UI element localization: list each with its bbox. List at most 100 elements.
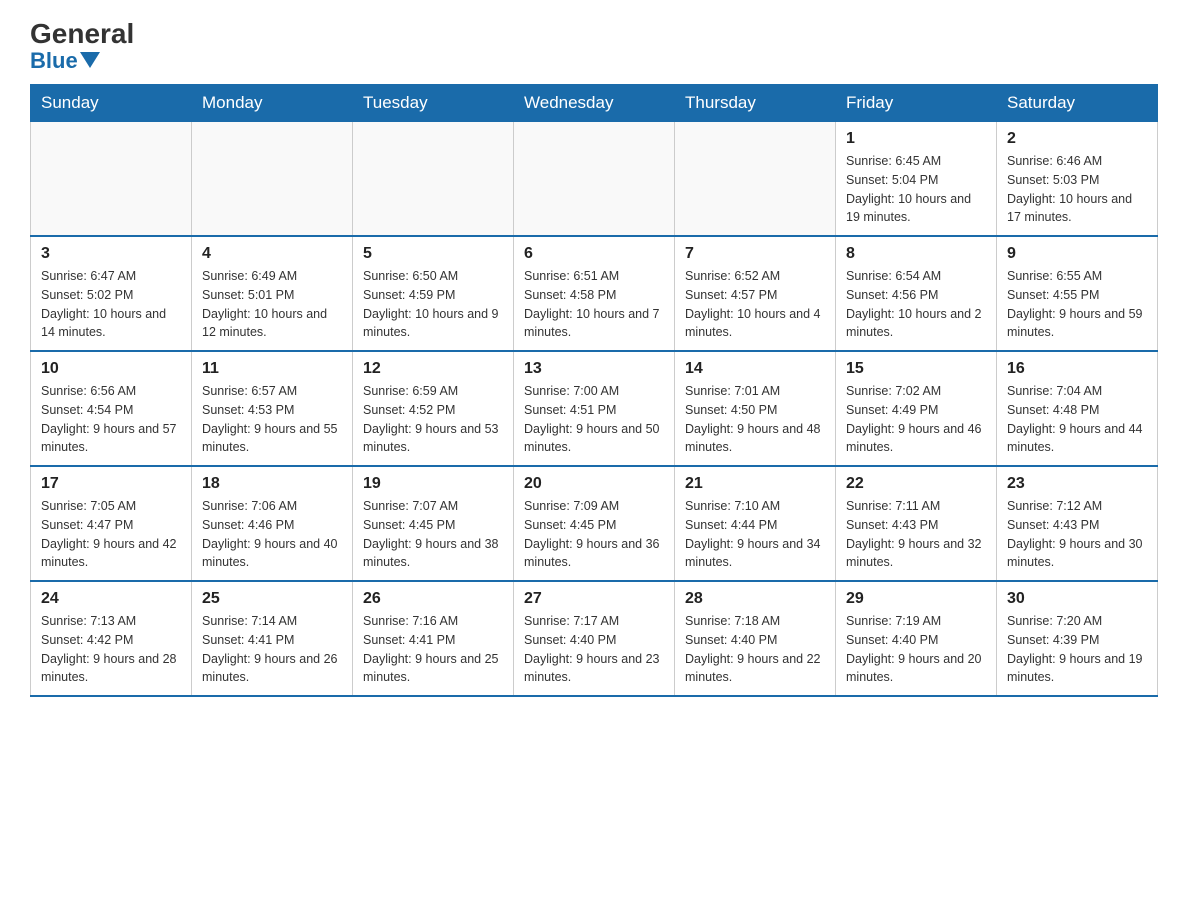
day-info: Sunrise: 6:49 AM Sunset: 5:01 PM Dayligh… (202, 267, 342, 342)
days-of-week-row: SundayMondayTuesdayWednesdayThursdayFrid… (31, 85, 1158, 122)
day-info: Sunrise: 7:12 AM Sunset: 4:43 PM Dayligh… (1007, 497, 1147, 572)
calendar-header: SundayMondayTuesdayWednesdayThursdayFrid… (31, 85, 1158, 122)
calendar-table: SundayMondayTuesdayWednesdayThursdayFrid… (30, 84, 1158, 697)
calendar-week-row: 24 Sunrise: 7:13 AM Sunset: 4:42 PM Dayli… (31, 581, 1158, 696)
calendar-week-row: 10 Sunrise: 6:56 AM Sunset: 4:54 PM Dayli… (31, 351, 1158, 466)
day-number: 21 (685, 475, 825, 493)
day-number: 9 (1007, 245, 1147, 263)
day-number: 7 (685, 245, 825, 263)
day-number: 14 (685, 360, 825, 378)
day-number: 16 (1007, 360, 1147, 378)
calendar-cell: 13Sunrise: 7:00 AM Sunset: 4:51 PM Dayli… (514, 351, 675, 466)
calendar-cell: 6 Sunrise: 6:51 AM Sunset: 4:58 PM Daylig… (514, 236, 675, 351)
day-info: Sunrise: 6:57 AM Sunset: 4:53 PM Dayligh… (202, 382, 342, 457)
calendar-week-row: 1 Sunrise: 6:45 AM Sunset: 5:04 PM Daylig… (31, 122, 1158, 237)
page-header: General Blue (30, 20, 1158, 74)
day-number: 30 (1007, 590, 1147, 608)
day-info: Sunrise: 6:59 AM Sunset: 4:52 PM Dayligh… (363, 382, 503, 457)
day-of-week-header-monday: Monday (192, 85, 353, 122)
calendar-cell: 14 Sunrise: 7:01 AM Sunset: 4:50 PM Dayli… (675, 351, 836, 466)
day-info: Sunrise: 7:20 AM Sunset: 4:39 PM Dayligh… (1007, 612, 1147, 687)
day-number: 22 (846, 475, 986, 493)
calendar-cell: 25 Sunrise: 7:14 AM Sunset: 4:41 PM Dayli… (192, 581, 353, 696)
day-number: 17 (41, 475, 181, 493)
calendar-body: 1 Sunrise: 6:45 AM Sunset: 5:04 PM Daylig… (31, 122, 1158, 697)
calendar-cell: 11 Sunrise: 6:57 AM Sunset: 4:53 PM Dayli… (192, 351, 353, 466)
day-info: Sunrise: 7:09 AM Sunset: 4:45 PM Dayligh… (524, 497, 664, 572)
day-info: Sunrise: 7:13 AM Sunset: 4:42 PM Dayligh… (41, 612, 181, 687)
day-info: Sunrise: 6:50 AM Sunset: 4:59 PM Dayligh… (363, 267, 503, 342)
day-info: Sunrise: 6:55 AM Sunset: 4:55 PM Dayligh… (1007, 267, 1147, 342)
day-info: Sunrise: 7:02 AM Sunset: 4:49 PM Dayligh… (846, 382, 986, 457)
calendar-cell (514, 122, 675, 237)
day-of-week-header-tuesday: Tuesday (353, 85, 514, 122)
calendar-cell (192, 122, 353, 237)
day-info: Sunrise: 6:56 AM Sunset: 4:54 PM Dayligh… (41, 382, 181, 457)
day-info: Sunrise: 7:10 AM Sunset: 4:44 PM Dayligh… (685, 497, 825, 572)
day-info: Sunrise: 7:11 AM Sunset: 4:43 PM Dayligh… (846, 497, 986, 572)
calendar-cell (31, 122, 192, 237)
day-number: 11 (202, 360, 342, 378)
day-number: 29 (846, 590, 986, 608)
day-of-week-header-wednesday: Wednesday (514, 85, 675, 122)
day-number: 10 (41, 360, 181, 378)
day-info: Sunrise: 7:06 AM Sunset: 4:46 PM Dayligh… (202, 497, 342, 572)
day-number: 5 (363, 245, 503, 263)
calendar-cell: 18Sunrise: 7:06 AM Sunset: 4:46 PM Dayli… (192, 466, 353, 581)
logo-general-text: General (30, 20, 134, 48)
calendar-cell: 23 Sunrise: 7:12 AM Sunset: 4:43 PM Dayli… (997, 466, 1158, 581)
calendar-cell: 1 Sunrise: 6:45 AM Sunset: 5:04 PM Daylig… (836, 122, 997, 237)
day-number: 12 (363, 360, 503, 378)
day-number: 24 (41, 590, 181, 608)
day-number: 3 (41, 245, 181, 263)
calendar-cell: 26Sunrise: 7:16 AM Sunset: 4:41 PM Dayli… (353, 581, 514, 696)
calendar-cell: 3 Sunrise: 6:47 AM Sunset: 5:02 PM Daylig… (31, 236, 192, 351)
calendar-week-row: 3 Sunrise: 6:47 AM Sunset: 5:02 PM Daylig… (31, 236, 1158, 351)
day-number: 19 (363, 475, 503, 493)
day-info: Sunrise: 7:16 AM Sunset: 4:41 PM Dayligh… (363, 612, 503, 687)
calendar-cell: 16Sunrise: 7:04 AM Sunset: 4:48 PM Dayli… (997, 351, 1158, 466)
calendar-cell: 7 Sunrise: 6:52 AM Sunset: 4:57 PM Daylig… (675, 236, 836, 351)
day-info: Sunrise: 6:47 AM Sunset: 5:02 PM Dayligh… (41, 267, 181, 342)
calendar-cell: 17Sunrise: 7:05 AM Sunset: 4:47 PM Dayli… (31, 466, 192, 581)
day-of-week-header-friday: Friday (836, 85, 997, 122)
day-info: Sunrise: 6:54 AM Sunset: 4:56 PM Dayligh… (846, 267, 986, 342)
logo: General Blue (30, 20, 134, 74)
calendar-cell: 22 Sunrise: 7:11 AM Sunset: 4:43 PM Dayli… (836, 466, 997, 581)
day-number: 1 (846, 130, 986, 148)
day-of-week-header-saturday: Saturday (997, 85, 1158, 122)
day-of-week-header-sunday: Sunday (31, 85, 192, 122)
calendar-cell: 4 Sunrise: 6:49 AM Sunset: 5:01 PM Daylig… (192, 236, 353, 351)
calendar-cell: 10 Sunrise: 6:56 AM Sunset: 4:54 PM Dayli… (31, 351, 192, 466)
day-info: Sunrise: 7:00 AM Sunset: 4:51 PM Dayligh… (524, 382, 664, 457)
calendar-cell: 30 Sunrise: 7:20 AM Sunset: 4:39 PM Dayli… (997, 581, 1158, 696)
calendar-cell: 8 Sunrise: 6:54 AM Sunset: 4:56 PM Daylig… (836, 236, 997, 351)
calendar-cell: 20Sunrise: 7:09 AM Sunset: 4:45 PM Dayli… (514, 466, 675, 581)
day-info: Sunrise: 6:45 AM Sunset: 5:04 PM Dayligh… (846, 152, 986, 227)
calendar-week-row: 17Sunrise: 7:05 AM Sunset: 4:47 PM Dayli… (31, 466, 1158, 581)
day-number: 27 (524, 590, 664, 608)
calendar-cell: 5 Sunrise: 6:50 AM Sunset: 4:59 PM Daylig… (353, 236, 514, 351)
day-number: 28 (685, 590, 825, 608)
day-info: Sunrise: 7:18 AM Sunset: 4:40 PM Dayligh… (685, 612, 825, 687)
day-number: 8 (846, 245, 986, 263)
logo-triangle-icon (80, 52, 100, 68)
day-info: Sunrise: 7:14 AM Sunset: 4:41 PM Dayligh… (202, 612, 342, 687)
day-number: 6 (524, 245, 664, 263)
day-number: 4 (202, 245, 342, 263)
day-info: Sunrise: 6:52 AM Sunset: 4:57 PM Dayligh… (685, 267, 825, 342)
day-number: 25 (202, 590, 342, 608)
day-info: Sunrise: 7:19 AM Sunset: 4:40 PM Dayligh… (846, 612, 986, 687)
calendar-cell (675, 122, 836, 237)
day-number: 23 (1007, 475, 1147, 493)
day-info: Sunrise: 7:17 AM Sunset: 4:40 PM Dayligh… (524, 612, 664, 687)
day-number: 15 (846, 360, 986, 378)
day-info: Sunrise: 7:01 AM Sunset: 4:50 PM Dayligh… (685, 382, 825, 457)
calendar-cell: 12 Sunrise: 6:59 AM Sunset: 4:52 PM Dayli… (353, 351, 514, 466)
day-info: Sunrise: 7:07 AM Sunset: 4:45 PM Dayligh… (363, 497, 503, 572)
calendar-cell: 19 Sunrise: 7:07 AM Sunset: 4:45 PM Dayli… (353, 466, 514, 581)
calendar-cell: 27 Sunrise: 7:17 AM Sunset: 4:40 PM Dayli… (514, 581, 675, 696)
calendar-cell: 24 Sunrise: 7:13 AM Sunset: 4:42 PM Dayli… (31, 581, 192, 696)
day-info: Sunrise: 6:51 AM Sunset: 4:58 PM Dayligh… (524, 267, 664, 342)
day-info: Sunrise: 6:46 AM Sunset: 5:03 PM Dayligh… (1007, 152, 1147, 227)
